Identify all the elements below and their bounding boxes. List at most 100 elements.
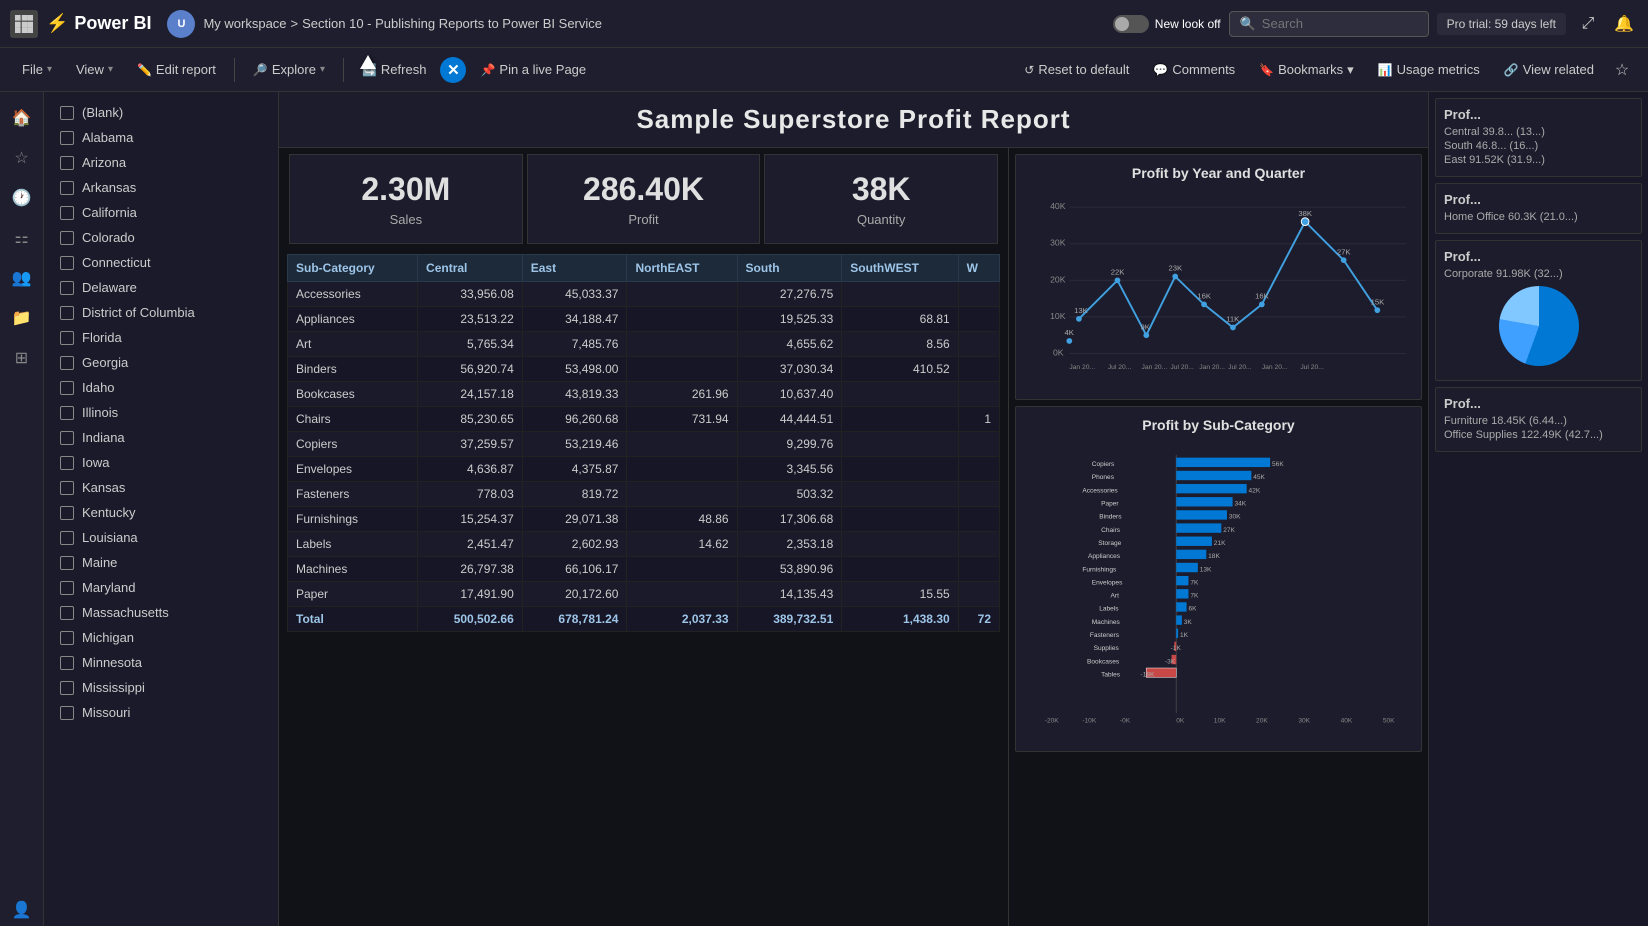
nav-workspace-icon[interactable]: 📁	[6, 302, 38, 334]
filter-item[interactable]: Indiana	[44, 425, 278, 450]
app-grid-icon[interactable]	[10, 10, 38, 38]
nav-home-icon[interactable]: 🏠	[6, 102, 38, 134]
bookmark-star-icon[interactable]: ☆	[1608, 56, 1636, 84]
view-button[interactable]: View ▾	[66, 58, 123, 81]
filter-checkbox[interactable]	[60, 381, 74, 395]
filter-item[interactable]: Connecticut	[44, 250, 278, 275]
explore-button[interactable]: 🔎 Explore ▾	[243, 58, 335, 81]
filter-item[interactable]: Missouri	[44, 700, 278, 725]
subcategory-cell: Furnishings	[288, 507, 418, 532]
filter-item[interactable]: Michigan	[44, 625, 278, 650]
filter-item[interactable]: Florida	[44, 325, 278, 350]
user-avatar[interactable]: U	[167, 10, 195, 38]
view-label: View	[76, 62, 104, 77]
filter-checkbox[interactable]	[60, 606, 74, 620]
filter-checkbox[interactable]	[60, 581, 74, 595]
filter-item[interactable]: California	[44, 200, 278, 225]
usage-metrics-button[interactable]: 📊 Usage metrics	[1368, 58, 1490, 81]
value-cell	[958, 332, 999, 357]
filter-item[interactable]: Louisiana	[44, 525, 278, 550]
filter-checkbox[interactable]	[60, 356, 74, 370]
filter-checkbox[interactable]	[60, 181, 74, 195]
expand-icon[interactable]: ⤢	[1574, 10, 1602, 38]
filter-checkbox[interactable]	[60, 706, 74, 720]
topbar: ⚡ Power BI U My workspace > Section 10 -…	[0, 0, 1648, 48]
filter-checkbox[interactable]	[60, 481, 74, 495]
filter-item[interactable]: Colorado	[44, 225, 278, 250]
filter-item[interactable]: Maryland	[44, 575, 278, 600]
table-header-row: Sub-Category Central East NorthEAST Sout…	[288, 255, 1000, 282]
filter-checkbox[interactable]	[60, 631, 74, 645]
filter-checkbox[interactable]	[60, 556, 74, 570]
nav-shared-icon[interactable]: 👥	[6, 262, 38, 294]
value-cell	[627, 557, 737, 582]
filter-checkbox[interactable]	[60, 656, 74, 670]
filter-checkbox[interactable]	[60, 431, 74, 445]
edit-report-button[interactable]: ✏️ Edit report	[127, 58, 226, 81]
workspace-label[interactable]: My workspace	[203, 16, 286, 31]
value-cell	[842, 557, 958, 582]
filter-item[interactable]: Maine	[44, 550, 278, 575]
value-cell	[842, 482, 958, 507]
nav-user-icon[interactable]: 👤	[6, 894, 38, 926]
filter-checkbox[interactable]	[60, 506, 74, 520]
filter-checkbox[interactable]	[60, 456, 74, 470]
pin-button[interactable]: 📌 Pin a live Page	[470, 58, 596, 81]
filter-item[interactable]: Massachusetts	[44, 600, 278, 625]
filter-item[interactable]: (Blank)	[44, 100, 278, 125]
subcategory-cell: Art	[288, 332, 418, 357]
line-chart-svg: 40K 30K 20K 10K 0K	[1026, 189, 1411, 389]
nav-recent-icon[interactable]: 🕐	[6, 182, 38, 214]
filter-item[interactable]: Alabama	[44, 125, 278, 150]
filter-item[interactable]: Arizona	[44, 150, 278, 175]
filter-checkbox[interactable]	[60, 531, 74, 545]
value-cell: 19,525.33	[737, 307, 842, 332]
filter-item[interactable]: Idaho	[44, 375, 278, 400]
filter-item[interactable]: Georgia	[44, 350, 278, 375]
view-related-button[interactable]: 🔗 View related	[1494, 58, 1604, 81]
filter-checkbox[interactable]	[60, 406, 74, 420]
bookmarks-button[interactable]: 🔖 Bookmarks ▾	[1249, 58, 1364, 82]
value-cell	[958, 432, 999, 457]
filter-item[interactable]: Iowa	[44, 450, 278, 475]
kpi-profit: 286.40K Profit	[527, 154, 761, 244]
filter-checkbox[interactable]	[60, 156, 74, 170]
nav-apps-icon[interactable]: ⚏	[6, 222, 38, 254]
svg-text:27K: 27K	[1337, 247, 1352, 256]
filter-checkbox[interactable]	[60, 306, 74, 320]
filter-item[interactable]: Minnesota	[44, 650, 278, 675]
filter-item[interactable]: Illinois	[44, 400, 278, 425]
filter-item[interactable]: Delaware	[44, 275, 278, 300]
value-cell: 26,797.38	[418, 557, 523, 582]
filter-checkbox[interactable]	[60, 331, 74, 345]
search-bar[interactable]: 🔍	[1229, 11, 1429, 37]
filter-checkbox[interactable]	[60, 106, 74, 120]
filter-checkbox[interactable]	[60, 131, 74, 145]
filter-checkbox[interactable]	[60, 681, 74, 695]
nav-dataflow-icon[interactable]: ⊞	[6, 342, 38, 374]
value-cell: 27,276.75	[737, 282, 842, 307]
filter-item[interactable]: Kentucky	[44, 500, 278, 525]
filter-checkbox[interactable]	[60, 231, 74, 245]
filter-item[interactable]: District of Columbia	[44, 300, 278, 325]
filter-item[interactable]: Kansas	[44, 475, 278, 500]
value-cell: 17,491.90	[418, 582, 523, 607]
new-look-toggle[interactable]	[1113, 15, 1149, 33]
search-input[interactable]	[1262, 16, 1402, 31]
bell-icon[interactable]: 🔔	[1610, 10, 1638, 38]
filter-checkbox[interactable]	[60, 281, 74, 295]
nav-star-icon[interactable]: ☆	[6, 142, 38, 174]
comments-button[interactable]: 💬 Comments	[1143, 58, 1245, 81]
file-button[interactable]: File ▾	[12, 58, 62, 81]
table-row: Furnishings15,254.3729,071.3848.8617,306…	[288, 507, 1000, 532]
filter-label: Maryland	[82, 580, 135, 595]
reset-button[interactable]: ↺ Reset to default	[1014, 58, 1139, 81]
svg-text:Tables: Tables	[1101, 671, 1121, 678]
value-cell: 2,451.47	[418, 532, 523, 557]
filter-checkbox[interactable]	[60, 256, 74, 270]
filter-checkbox[interactable]	[60, 206, 74, 220]
filter-item[interactable]: Arkansas	[44, 175, 278, 200]
cancel-button[interactable]: ✕	[440, 57, 466, 83]
refresh-button[interactable]: 🔄 Refresh	[352, 58, 436, 81]
filter-item[interactable]: Mississippi	[44, 675, 278, 700]
